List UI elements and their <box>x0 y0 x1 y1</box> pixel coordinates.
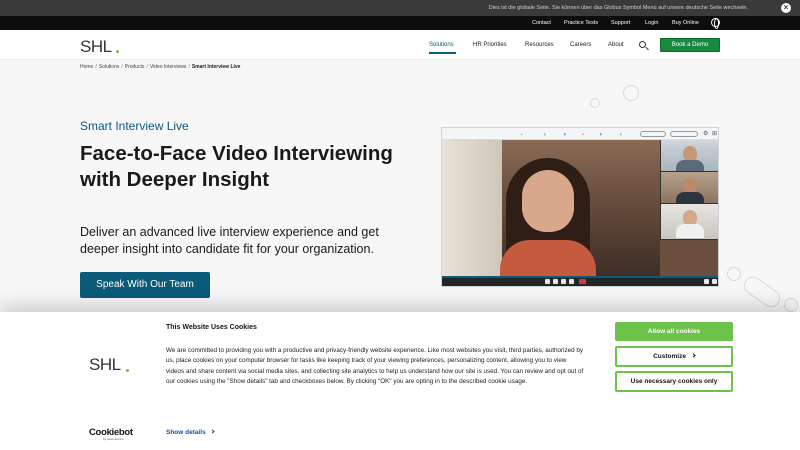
toolbar-pill-button <box>670 131 698 137</box>
decorative-circle <box>784 298 798 312</box>
cookie-consent-banner: SHL Cookiebot by Usercentrics This Websi… <box>0 312 800 450</box>
cookiebot-byline: by Usercentrics <box>103 437 124 441</box>
participant-tile <box>660 172 718 204</box>
participant-body <box>676 160 704 171</box>
chat-icon[interactable] <box>569 279 574 284</box>
global-notice-bar: Dies ist die globale Seite. Sie können ü… <box>0 0 800 16</box>
practice-tests-link[interactable]: Practice Tests <box>564 20 598 26</box>
contact-link[interactable]: Contact <box>532 20 551 26</box>
breadcrumb-video-interviews[interactable]: Video Interviews <box>150 64 187 70</box>
share-icon[interactable] <box>561 279 566 284</box>
close-icon[interactable]: × <box>781 3 791 13</box>
nav-careers[interactable]: Careers <box>570 42 591 48</box>
chevron-right-icon <box>210 429 215 434</box>
page-title: Face-to-Face Video Interviewing with Dee… <box>80 142 393 191</box>
microphone-icon[interactable] <box>553 279 558 284</box>
customize-label: Customize <box>653 353 686 360</box>
participant-body <box>676 224 704 238</box>
hero-section: Home / Solutions / Products / Video Interviews… <box>0 60 800 312</box>
video-controls <box>442 276 718 286</box>
toolbar-indicator-icon: ● <box>582 132 584 136</box>
allow-all-cookies-button[interactable]: Allow all cookies <box>615 322 733 341</box>
globe-icon[interactable] <box>711 18 720 29</box>
logo-dot <box>116 50 119 53</box>
camera-icon[interactable] <box>545 279 550 284</box>
nav-active-underline <box>429 52 456 54</box>
layout-icon[interactable] <box>712 279 717 284</box>
participant-body <box>676 192 704 203</box>
participant-tile <box>660 140 718 172</box>
book-demo-button[interactable]: Book a Demo <box>660 38 720 52</box>
breadcrumb-home[interactable]: Home <box>80 64 93 70</box>
notice-text: Dies ist die globale Seite. Sie können ü… <box>488 5 748 11</box>
decorative-circle <box>727 267 741 281</box>
video-progress-line <box>442 276 718 278</box>
candidate-shirt <box>500 240 596 280</box>
hero-subhead: Deliver an advanced live interview exper… <box>80 225 379 256</box>
toolbar-indicator-icon: ▮ <box>544 132 546 136</box>
chevron-right-icon <box>691 353 696 358</box>
necessary-cookies-button[interactable]: Use necessary cookies only <box>615 371 733 392</box>
cookie-title: This Website Uses Cookies <box>166 324 257 331</box>
show-details-label: Show details <box>166 429 206 436</box>
decorative-pill <box>740 273 784 311</box>
candidate-face <box>522 170 574 232</box>
fullscreen-icon[interactable] <box>704 279 709 284</box>
support-link[interactable]: Support <box>611 20 630 26</box>
cookie-description: We are committed to providing you with a… <box>166 347 584 386</box>
breadcrumb: Home / Solutions / Products / Video Interviews… <box>80 64 241 70</box>
shl-logo: SHL <box>89 355 121 374</box>
toolbar-indicator-icon: ▮ <box>620 132 622 136</box>
customize-button[interactable]: Customize <box>615 346 733 367</box>
toolbar-indicator-icon: ▮ <box>600 132 602 136</box>
buy-online-link[interactable]: Buy Online <box>672 20 699 26</box>
breadcrumb-products[interactable]: Products <box>125 64 145 70</box>
gear-icon: ⚙ <box>703 131 709 137</box>
hero-eyebrow: Smart Interview Live <box>80 119 189 133</box>
nav-hr-priorities[interactable]: HR Priorities <box>473 42 507 48</box>
shl-logo[interactable]: SHL <box>80 37 112 57</box>
login-link[interactable]: Login <box>645 20 658 26</box>
logo-dot <box>126 369 129 372</box>
expand-icon: ⊞ <box>712 131 718 137</box>
toolbar-pill-button <box>640 131 666 137</box>
participant-tile <box>660 204 718 240</box>
toolbar-indicator-icon: ▲ <box>520 132 523 136</box>
decorative-circle <box>590 98 600 108</box>
search-icon[interactable] <box>639 41 646 48</box>
video-interview-mockup: ▲ ▮ ▮ ● ▮ ▮ ⚙ ⊞ <box>441 127 719 287</box>
utility-nav: Contact Practice Tests Support Login Buy… <box>0 16 800 30</box>
toolbar-indicator-icon: ▮ <box>564 132 566 136</box>
decorative-circle <box>623 85 639 101</box>
video-toolbar: ▲ ▮ ▮ ● ▮ ▮ ⚙ ⊞ <box>442 128 718 140</box>
nav-about[interactable]: About <box>608 42 624 48</box>
nav-solutions[interactable]: Solutions <box>429 42 454 48</box>
speak-with-team-button[interactable]: Speak With Our Team <box>80 272 210 298</box>
main-nav: SHL Solutions HR Priorities Resources Ca… <box>0 30 800 60</box>
breadcrumb-current: Smart Interview Live <box>191 64 241 70</box>
end-call-icon[interactable] <box>579 279 586 284</box>
show-details-link[interactable]: Show details <box>166 429 215 436</box>
main-video-feed <box>442 140 660 280</box>
breadcrumb-solutions[interactable]: Solutions <box>99 64 120 70</box>
nav-resources[interactable]: Resources <box>525 42 554 48</box>
background-wall <box>442 140 502 276</box>
